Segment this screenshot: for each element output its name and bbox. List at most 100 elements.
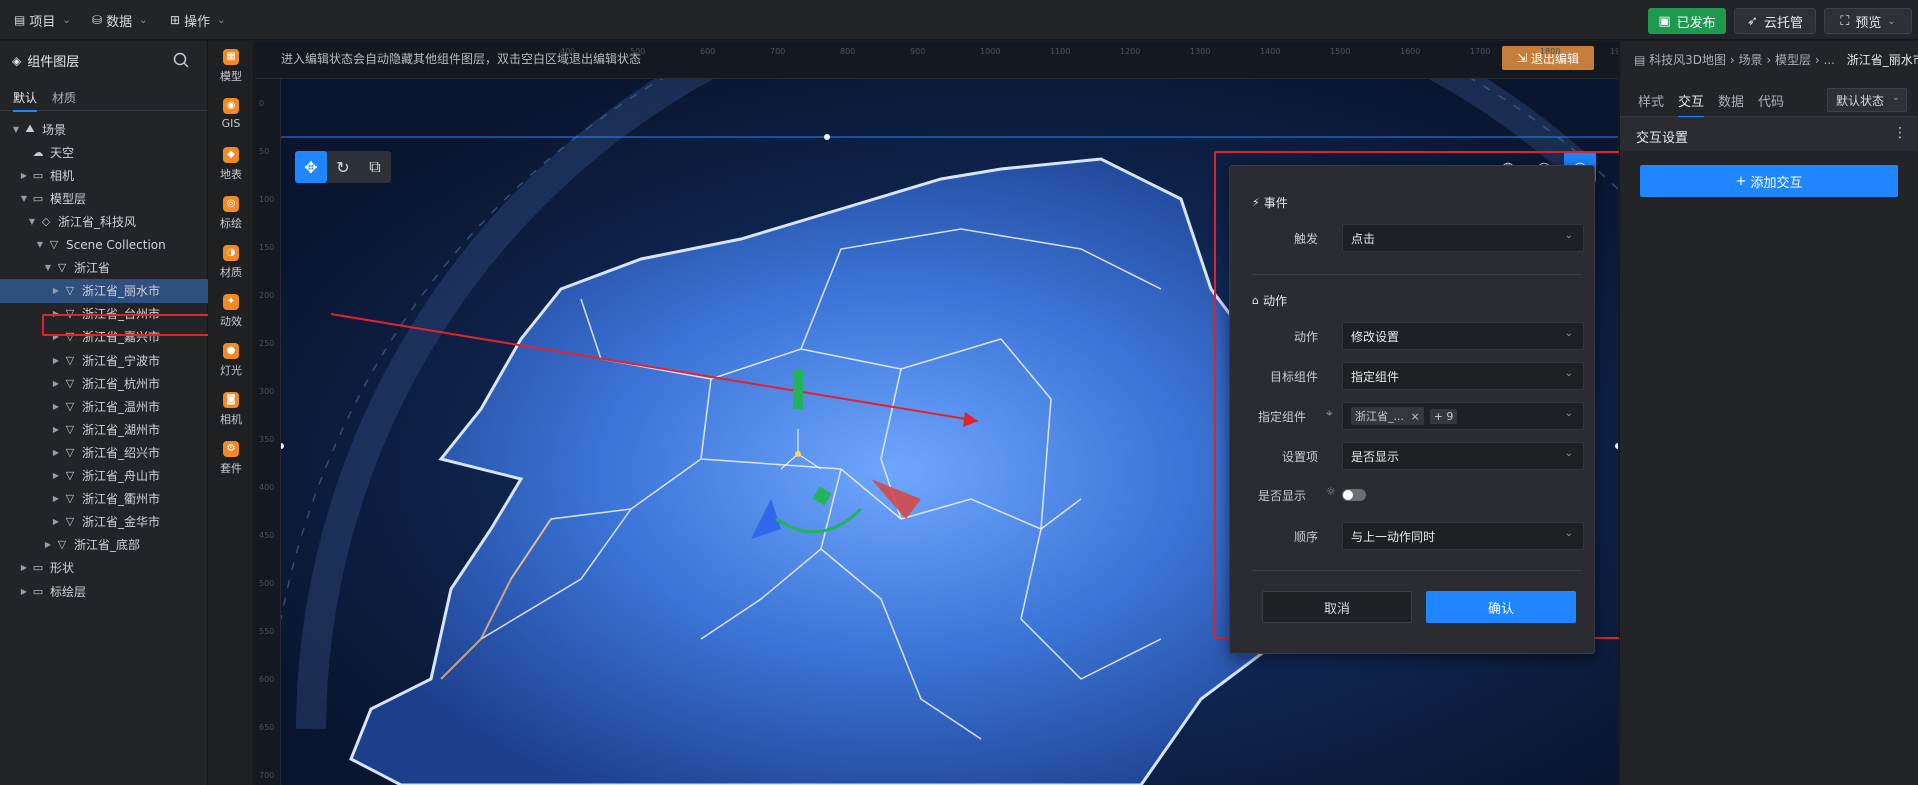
state-select[interactable]: 默认状态 ⌄ [1827, 88, 1907, 112]
caret-right-icon[interactable]: ▶ [50, 286, 62, 295]
caret-right-icon[interactable]: ▶ [50, 379, 62, 388]
caret-down-icon[interactable]: ▼ [26, 217, 38, 226]
add-interaction-button[interactable]: + 添加交互 [1640, 165, 1898, 197]
more-icon[interactable]: ⋮ [1893, 125, 1907, 141]
caret-right-icon[interactable]: ▶ [50, 402, 62, 411]
project-menu[interactable]: ▤ 项目 ⌄ [8, 8, 77, 32]
data-menu-label: 数据 [106, 14, 133, 30]
layer-tree-label: 浙江省_绍兴市 [82, 445, 161, 460]
component-category-terrain[interactable]: ◆ 地表 [208, 147, 254, 182]
component-category-label: 材质 [220, 266, 242, 279]
operation-menu[interactable]: ⊞ 操作 ⌄ [164, 8, 231, 32]
breadcrumb-item[interactable]: 模型层 [1775, 53, 1811, 67]
layer-tree-item[interactable]: ▶ ▽ 浙江省_衢州市 [0, 487, 208, 511]
trigger-select[interactable]: 点击 ⌄ [1342, 224, 1584, 252]
layer-tree-item[interactable]: ▶ ▽ 浙江省_绍兴市 [0, 440, 208, 464]
breadcrumb-item[interactable]: 科技风3D地图 [1649, 53, 1726, 67]
publish-button[interactable]: ▣ 已发布 [1648, 8, 1726, 34]
close-icon[interactable]: × [1411, 410, 1420, 423]
add-interaction-label: 添加交互 [1750, 175, 1803, 191]
caret-down-icon[interactable]: ▼ [18, 194, 30, 203]
component-category-label: 套件 [220, 462, 242, 475]
hosting-button[interactable]: ➶ 云托管 [1734, 8, 1816, 34]
caret-down-icon[interactable]: ▼ [34, 240, 46, 249]
scale-tool-button[interactable]: ⧉ [359, 151, 391, 183]
action-select[interactable]: 修改设置 ⌄ [1342, 322, 1584, 350]
home-icon: ⌂ [1252, 294, 1259, 307]
component-category-kit[interactable]: ⚙ 套件 [208, 441, 254, 476]
layer-panel: ◈ 组件图层 默认 材质 ▼ ⛰ 场景 ☁ 天空 ▶ ▭ 相机 ▼ ▭ 模型层 ▼ ◇ 浙江省_科技风 ▼ ▽… [0, 41, 227, 785]
layer-tree-item[interactable]: ▼ ⛰ 场景 [0, 117, 208, 141]
ruler-tick-label: 550 [259, 627, 275, 636]
ruler-tick-label: 1600 [1400, 47, 1421, 56]
component-category-material[interactable]: ◑ 材质 [208, 245, 254, 280]
caret-right-icon[interactable]: ▶ [50, 471, 62, 480]
search-icon[interactable] [172, 51, 190, 69]
layer-tree-item[interactable]: ▶ ▽ 浙江省_湖州市 [0, 417, 208, 441]
ruler-tick-label: 650 [259, 723, 275, 732]
ruler-tick-label: 600 [259, 675, 275, 684]
specified-components-select[interactable]: 浙江省_... × + 9 ⌄ [1342, 402, 1584, 430]
caret-right-icon[interactable]: ▶ [18, 563, 30, 572]
layer-tree-item[interactable]: ▶ ▽ 浙江省_丽水市 [0, 278, 208, 303]
layer-tree-item[interactable]: ▶ ▭ 相机 [0, 163, 208, 187]
target-pick-icon[interactable]: ⌖ [1326, 406, 1333, 421]
caret-right-icon[interactable]: ▶ [50, 494, 62, 503]
tab-interaction[interactable]: 交互 [1678, 91, 1705, 118]
layer-tree-item[interactable]: ▶ ▽ 浙江省_金华市 [0, 510, 208, 534]
layer-tree-item[interactable]: ▶ ▭ 形状 [0, 556, 208, 580]
tab-code[interactable]: 代码 [1758, 91, 1784, 110]
layer-tree-item[interactable]: ▼ ◇ 浙江省_科技风 [0, 209, 208, 233]
caret-right-icon[interactable]: ▶ [18, 587, 30, 596]
confirm-button[interactable]: 确认 [1426, 591, 1576, 623]
lightning-icon: ⚡ [1252, 196, 1260, 209]
chevron-right-icon: › [1729, 53, 1735, 67]
data-menu[interactable]: ⛁ 数据 ⌄ [86, 8, 153, 32]
component-category-marker[interactable]: ◎ 标绘 [208, 196, 254, 231]
layer-tree-item[interactable]: ▼ ▽ 浙江省 [0, 256, 208, 280]
cancel-button[interactable]: 取消 [1262, 591, 1412, 623]
caret-right-icon[interactable]: ▶ [50, 517, 62, 526]
caret-right-icon[interactable]: ▶ [50, 356, 62, 365]
caret-right-icon[interactable]: ▶ [50, 448, 62, 457]
layer-tree-item[interactable]: ▶ ▽ 浙江省_底部 [0, 533, 208, 557]
component-category-gis[interactable]: ◉ GIS [208, 98, 254, 130]
triangle-icon: ▽ [65, 445, 75, 459]
order-select[interactable]: 与上一动作同时 ⌄ [1342, 522, 1584, 550]
breadcrumb-item[interactable]: ... [1824, 53, 1835, 67]
ruler-tick-label: 1500 [1330, 47, 1351, 56]
caret-down-icon[interactable]: ▼ [42, 263, 54, 272]
layer-tree-item[interactable]: ▶ ▭ 标绘层 [0, 579, 208, 603]
interaction-settings-section: 交互设置 ⋮ [1620, 117, 1918, 151]
layer-tree-item[interactable]: ☁ 天空 [0, 140, 208, 164]
rotate-tool-button[interactable]: ↻ [327, 151, 359, 183]
move-tool-button[interactable]: ✥ [295, 151, 327, 183]
caret-right-icon[interactable]: ▶ [50, 425, 62, 434]
setting-select[interactable]: 是否显示 ⌄ [1342, 442, 1584, 470]
triangle-icon: ▽ [65, 353, 75, 367]
layer-tree-item[interactable]: ▶ ▽ 浙江省_宁波市 [0, 348, 208, 372]
show-toggle[interactable] [1342, 489, 1366, 501]
tab-data[interactable]: 数据 [1718, 91, 1744, 110]
layer-tree-item[interactable]: ▶ ▽ 浙江省_温州市 [0, 394, 208, 418]
kit-icon: ⚙ [223, 441, 239, 457]
tab-style[interactable]: 样式 [1638, 91, 1664, 110]
layer-tree-item[interactable]: ▼ ▭ 模型层 [0, 186, 208, 210]
preview-button[interactable]: ⛶ 预览 ⌄ [1824, 8, 1912, 34]
tab-default[interactable]: 默认 [13, 89, 38, 112]
component-category-model[interactable]: ▦ 模型 [208, 49, 254, 84]
layer-tree-item[interactable]: ▶ ▽ 浙江省_杭州市 [0, 371, 208, 395]
target-select[interactable]: 指定组件 ⌄ [1342, 362, 1584, 390]
layer-tree-item[interactable]: ▼ ▽ Scene Collection [0, 233, 208, 257]
caret-right-icon[interactable]: ▶ [18, 171, 30, 180]
plus-icon: + [1735, 173, 1747, 189]
tab-material[interactable]: 材质 [52, 89, 76, 106]
component-category-camera[interactable]: ◙ 相机 [208, 392, 254, 427]
layer-tree-item[interactable]: ▶ ▽ 浙江省_舟山市 [0, 464, 208, 488]
breadcrumb-item[interactable]: 场景 [1739, 53, 1763, 67]
component-category-effect[interactable]: ✦ 动效 [208, 294, 254, 329]
caret-down-icon[interactable]: ▼ [10, 125, 22, 134]
caret-right-icon[interactable]: ▶ [42, 540, 54, 549]
component-category-light[interactable]: ● 灯光 [208, 343, 254, 378]
folder-icon: ▭ [32, 191, 44, 205]
